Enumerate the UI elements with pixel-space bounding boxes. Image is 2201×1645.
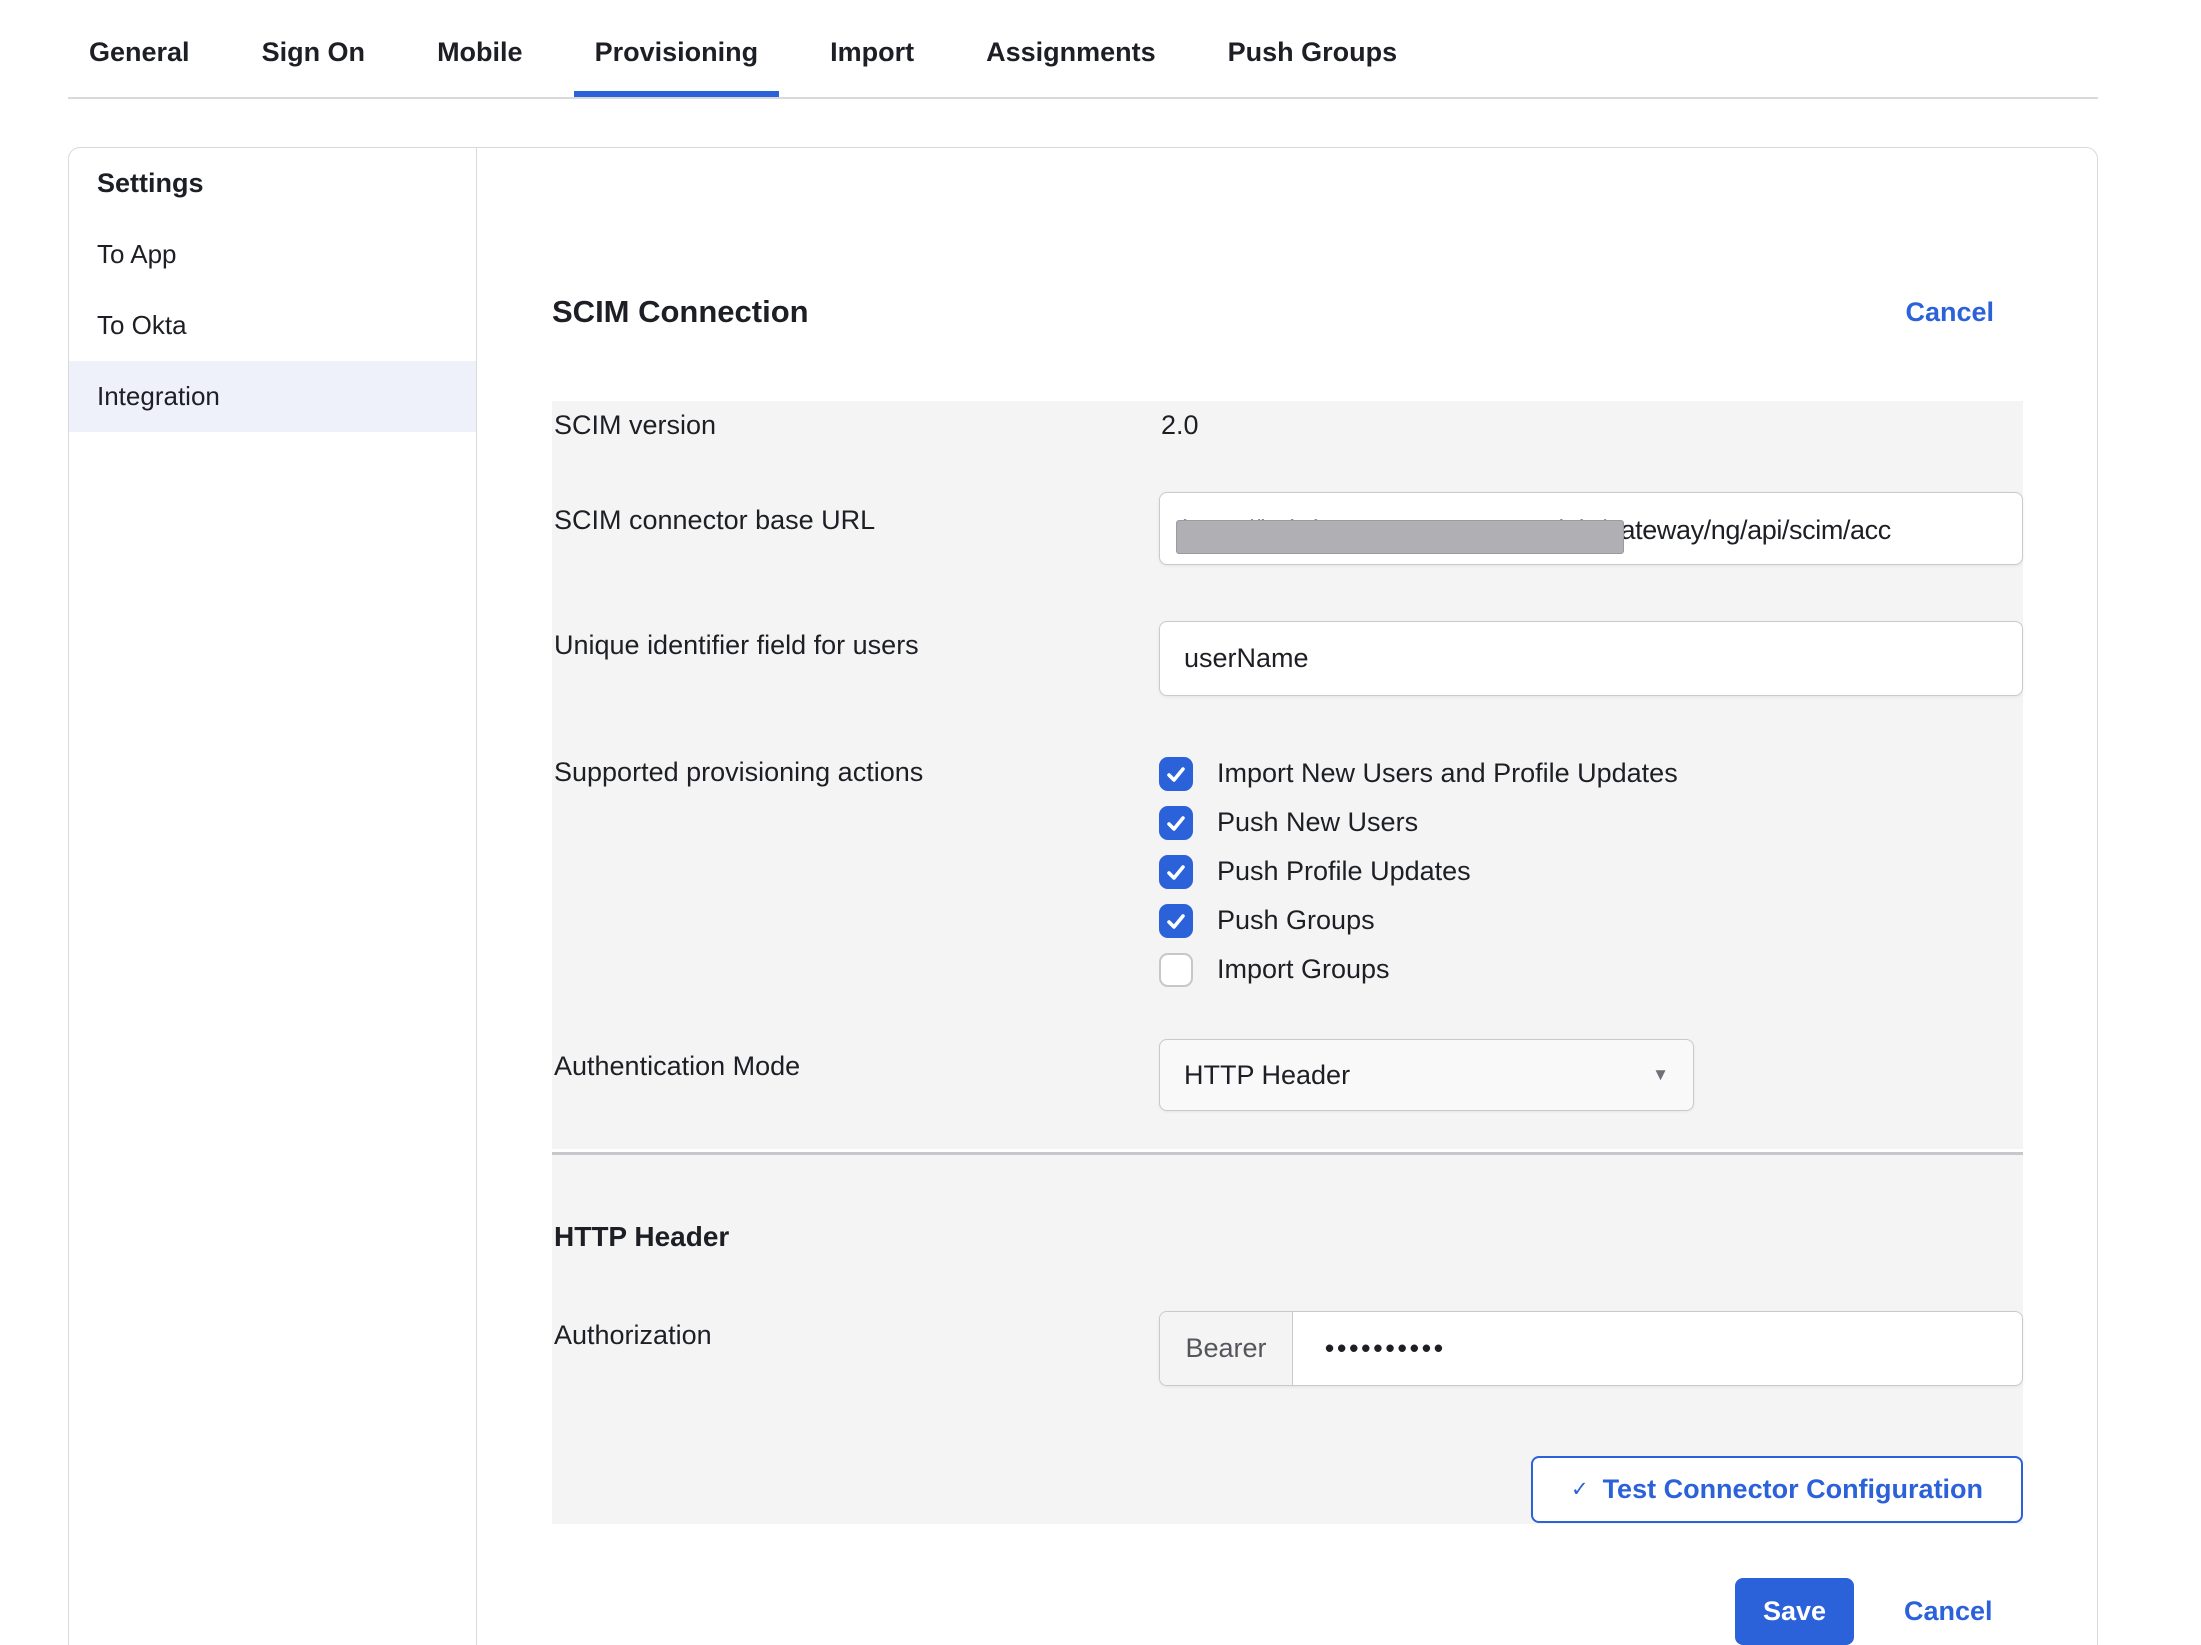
tab-assignments[interactable]: Assignments	[965, 0, 1177, 97]
settings-sidebar: Settings To App To Okta Integration	[69, 148, 477, 1645]
authorization-label: Authorization	[554, 1320, 712, 1351]
checkbox-import-new-users[interactable]: Import New Users and Profile Updates	[1159, 749, 1678, 798]
checkbox-label: Push New Users	[1217, 807, 1418, 838]
checkbox-label: Import Groups	[1217, 954, 1390, 985]
page: General Sign On Mobile Provisioning Impo…	[0, 0, 2201, 1645]
sidebar-item-integration[interactable]: Integration	[69, 361, 476, 432]
tab-push-groups[interactable]: Push Groups	[1207, 0, 1419, 97]
title-row: SCIM Connection Cancel	[552, 288, 2021, 336]
scim-version-value: 2.0	[1161, 410, 1199, 441]
checkbox-push-profile-updates[interactable]: Push Profile Updates	[1159, 847, 1678, 896]
provisioning-actions-label: Supported provisioning actions	[554, 757, 923, 788]
tab-import[interactable]: Import	[809, 0, 935, 97]
dropdown-caret-icon: ▼	[1652, 1065, 1669, 1085]
cancel-link-bottom[interactable]: Cancel	[1904, 1596, 1993, 1627]
unique-id-label: Unique identifier field for users	[554, 630, 919, 661]
page-title: SCIM Connection	[552, 294, 809, 330]
scim-base-url-label: SCIM connector base URL	[554, 505, 875, 536]
redaction-bar	[1176, 520, 1624, 554]
app-tabbar: General Sign On Mobile Provisioning Impo…	[68, 0, 2098, 99]
sidebar-item-to-okta[interactable]: To Okta	[69, 290, 476, 361]
tab-mobile[interactable]: Mobile	[416, 0, 544, 97]
http-header-title: HTTP Header	[554, 1221, 729, 1253]
scim-version-label: SCIM version	[554, 410, 716, 441]
auth-mode-value: HTTP Header	[1184, 1060, 1350, 1091]
provisioning-actions-list: Import New Users and Profile Updates Pus…	[1159, 749, 1678, 994]
checkbox-icon	[1159, 806, 1193, 840]
checkbox-icon	[1159, 904, 1193, 938]
checkbox-label: Push Profile Updates	[1217, 856, 1471, 887]
tab-sign-on[interactable]: Sign On	[241, 0, 387, 97]
cancel-link-top[interactable]: Cancel	[1905, 297, 1994, 328]
tab-provisioning[interactable]: Provisioning	[574, 0, 780, 97]
checkbox-icon	[1159, 855, 1193, 889]
auth-mode-label: Authentication Mode	[554, 1051, 800, 1082]
scim-connection-content: SCIM Connection Cancel SCIM version 2.0 …	[478, 148, 2097, 1645]
save-button[interactable]: Save	[1735, 1578, 1854, 1645]
scim-form-section: SCIM version 2.0 SCIM connector base URL…	[552, 401, 2023, 1149]
checkbox-icon	[1159, 953, 1193, 987]
checkbox-import-groups[interactable]: Import Groups	[1159, 945, 1678, 994]
checkbox-label: Push Groups	[1217, 905, 1375, 936]
checkmark-icon: ✓	[1571, 1477, 1589, 1502]
checkbox-push-groups[interactable]: Push Groups	[1159, 896, 1678, 945]
test-button-label: Test Connector Configuration	[1603, 1474, 1983, 1505]
unique-id-input[interactable]: userName	[1159, 621, 2023, 696]
provisioning-panel: Settings To App To Okta Integration SCIM…	[68, 147, 2098, 1645]
bearer-prefix: Bearer	[1160, 1312, 1293, 1385]
scim-base-url-input[interactable]: https://b5bd-125-19-67-140.ngrok.io/gate…	[1159, 492, 2023, 565]
authorization-input-group: Bearer ••••••••••	[1159, 1311, 2023, 1386]
tab-general[interactable]: General	[68, 0, 211, 97]
checkbox-icon	[1159, 757, 1193, 791]
checkbox-push-new-users[interactable]: Push New Users	[1159, 798, 1678, 847]
auth-mode-select[interactable]: HTTP Header ▼	[1159, 1039, 1694, 1111]
http-header-section: HTTP Header Authorization Bearer •••••••…	[552, 1152, 2023, 1524]
authorization-token-input[interactable]: ••••••••••	[1293, 1312, 2022, 1385]
sidebar-item-to-app[interactable]: To App	[69, 219, 476, 290]
checkbox-label: Import New Users and Profile Updates	[1217, 758, 1678, 789]
test-connector-configuration-button[interactable]: ✓ Test Connector Configuration	[1531, 1456, 2023, 1523]
sidebar-title: Settings	[69, 148, 476, 219]
